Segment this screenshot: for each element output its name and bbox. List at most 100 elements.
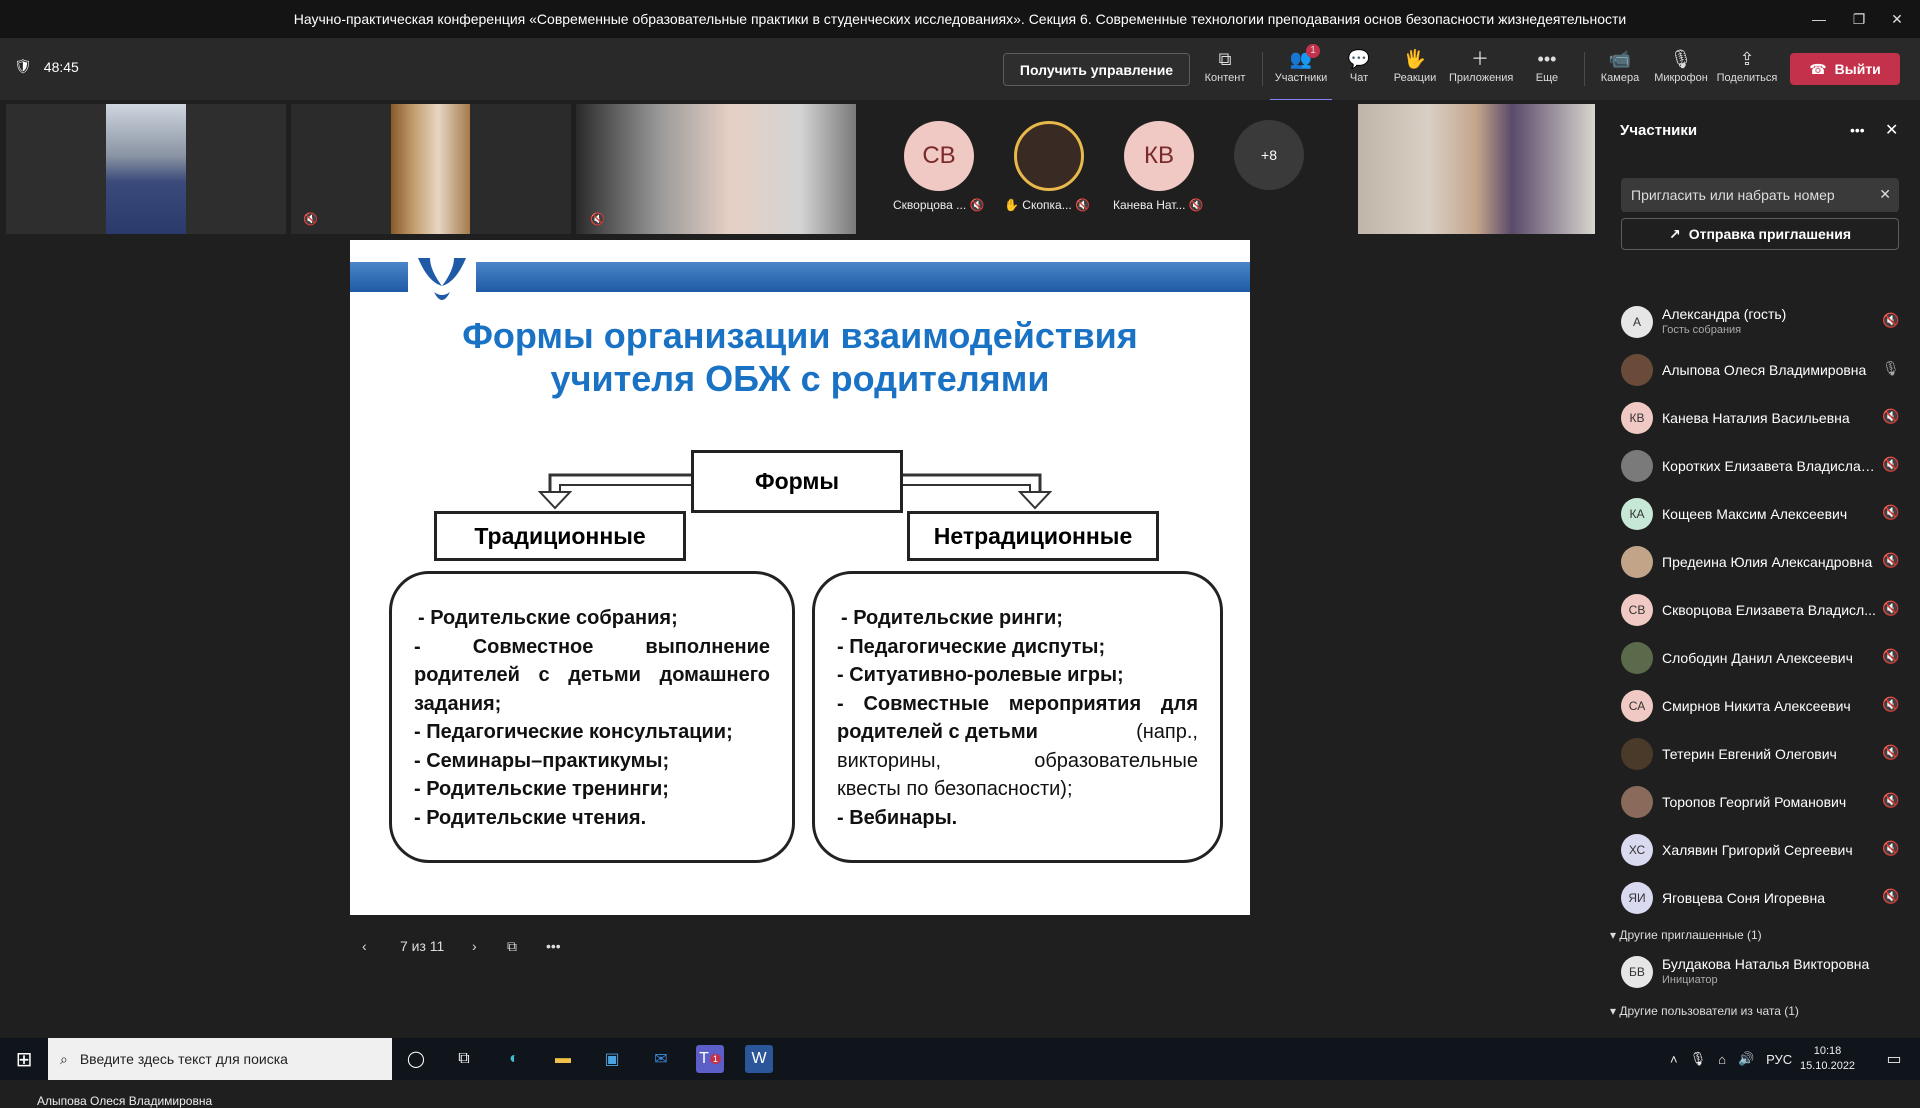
close-window-button[interactable]: ✕ [1874,0,1920,38]
slide-more-button[interactable]: ••• [546,938,561,954]
list-item: - Совместные мероприятия для [837,692,1198,715]
slide-sync-button[interactable]: ⧉ [507,938,517,955]
list-item[interactable]: КА Кощеев Максим Алексеевич 🔇 [1600,490,1920,538]
list-item[interactable]: Торопов Георгий Романович 🔇 [1600,778,1920,826]
send-invite-button[interactable]: ↗ Отправка приглашения [1621,218,1899,250]
list-item: - Родительские чтения. [414,806,647,829]
microphone-icon[interactable]: 🎙 [1690,1051,1707,1067]
toolbar-divider [1262,52,1263,86]
section-chat-users[interactable]: ▾ Другие пользователи из чата (1) [1610,1004,1799,1018]
more-label: Еще [1535,72,1559,84]
close-panel-icon[interactable]: ✕ [1885,120,1898,140]
mail-icon[interactable]: ✉ [647,1045,675,1073]
avatar [1621,738,1653,770]
traditional-header-box: Традиционные [434,511,686,561]
list-item[interactable]: СА Смирнов Никита Алексеевич 🔇 [1600,682,1920,730]
reactions-button[interactable]: 🖐 Реакции [1384,46,1446,84]
list-item: - Педагогические диспуты; [837,635,1106,658]
list-item[interactable]: СВ Скворцова Елизавета Владисл... 🔇 [1600,586,1920,634]
list-item[interactable]: Тетерин Евгений Олегович 🔇 [1600,730,1920,778]
volume-icon[interactable]: 🔊 [1738,1051,1754,1067]
participant-name: Канева Наталия Васильевна [1662,410,1850,426]
chevron-down-icon: ▾ [1610,928,1617,942]
language-indicator[interactable]: РУС [1766,1052,1792,1067]
chat-button[interactable]: 💬 Чат [1328,46,1390,84]
list-item[interactable]: Коротких Елизавета Владислав... 🔇 [1600,442,1920,490]
participant-name: Кощеев Максим Алексеевич [1662,506,1848,522]
participant-role: Инициатор [1662,974,1718,986]
people-icon: 👥 1 [1270,44,1332,72]
windows-start-icon[interactable]: ⊞ [10,1045,38,1073]
participant-name: Алыпова Олеся Владимировна [1662,362,1867,378]
presenter-video-tile[interactable] [1358,104,1595,234]
taskbar-search[interactable]: ⌕ Введите здесь текст для поиска [48,1038,392,1080]
list-item: - Семинары–практикумы; [414,749,670,772]
share-button[interactable]: ⇪ Поделиться [1716,46,1778,84]
panel-more-icon[interactable]: ••• [1850,122,1865,138]
list-item[interactable]: А Александра (гость) Гость собрания 🔇 [1600,298,1920,346]
list-item[interactable]: ЯИ Яговцева Соня Игоревна 🔇 [1600,874,1920,922]
overflow-participants[interactable]: +8 [1234,120,1304,190]
participant-avatar[interactable]: СВ [904,121,974,191]
apps-button[interactable]: ＋ Приложения [1449,46,1513,84]
prev-slide-button[interactable]: ‹ [362,938,367,954]
mic-off-icon: 🔇 [303,212,318,226]
list-item: задания; [414,692,502,715]
participant-avatar[interactable] [1014,121,1084,191]
list-item: - Родительские тренинги; [414,778,669,800]
participant-name: Торопов Георгий Романович [1662,794,1847,810]
task-view-icon[interactable]: ⧉ [450,1045,478,1073]
camera-button[interactable]: 📹 Камера [1589,46,1651,84]
content-label: Контент [1204,72,1246,84]
list-item: - Родительские собрания; [418,607,678,629]
participant-avatar[interactable]: КВ [1124,121,1194,191]
share-arrow-icon: ↗ [1668,225,1681,242]
leave-button[interactable]: ☎ Выйти [1790,53,1900,85]
word-icon[interactable]: W [745,1045,773,1073]
chevron-up-icon[interactable]: ˄ [1670,1052,1678,1067]
request-control-button[interactable]: Получить управление [1003,53,1190,86]
participants-button[interactable]: 👥 1 Участники [1270,44,1332,102]
more-dots-icon: ••• [546,938,561,954]
participant-video [106,104,186,234]
clear-icon[interactable]: ✕ [1879,186,1891,203]
invite-input[interactable]: Пригласить или набрать номер ✕ [1621,178,1899,212]
list-item: родителей с детьми домашнего [414,664,770,686]
mic-off-icon: 🔇 [1882,504,1900,520]
video-tile[interactable]: 🔇 [291,104,571,234]
avatar: А [1621,306,1653,338]
participant-name: Яговцева Соня Игоревна [1662,890,1826,906]
list-item[interactable]: ХС Халявин Григорий Сергеевич 🔇 [1600,826,1920,874]
section-other-invited[interactable]: ▾ Другие приглашенные (1) [1610,928,1762,942]
video-tile[interactable]: 🔇 [576,104,856,234]
content-button[interactable]: ⧉ Контент [1194,46,1256,84]
leave-label: Выйти [1834,61,1881,77]
clock[interactable]: 10:18 15.10.2022 [1800,1038,1855,1080]
system-tray: ˄ 🎙 ⌂ 🔊 РУС [1670,1038,1792,1080]
list-item: - Родительские ринги; [841,607,1063,629]
list-item[interactable]: КВ Канева Наталия Васильевна 🔇 [1600,394,1920,442]
cortana-icon[interactable]: ◯ [402,1045,430,1073]
list-item[interactable]: Предеина Юлия Александровна 🔇 [1600,538,1920,586]
mic-off-icon: 🔇 [1882,456,1900,472]
next-slide-button[interactable]: › [472,938,477,954]
notifications-icon[interactable]: ▭ [1880,1045,1908,1073]
file-explorer-icon[interactable]: ▬ [549,1045,577,1073]
mic-off-icon: 🔇 [1882,696,1900,712]
mic-off-icon: 🔇 [1075,198,1091,212]
share-label: Поделиться [1716,72,1778,84]
microphone-button[interactable]: 🎙 Микрофон [1650,46,1712,84]
network-icon[interactable]: ⌂ [1718,1052,1726,1067]
teams-icon[interactable]: T1 [696,1045,724,1073]
store-icon[interactable]: ▣ [598,1045,626,1073]
video-tile[interactable] [6,104,286,234]
more-button[interactable]: ••• Еще [1516,46,1578,84]
microphone-icon: 🎙 [1669,49,1693,69]
list-item[interactable]: БВ Булдакова Наталья Викторовна Инициато… [1600,948,1920,996]
list-item[interactable]: Алыпова Олеся Владимировна 🎙 [1600,346,1920,394]
list-item[interactable]: Слободин Данил Алексеевич 🔇 [1600,634,1920,682]
edge-icon[interactable]: ◐ [500,1045,528,1073]
windows-taskbar: ⊞ ⌕ Введите здесь текст для поиска ◯ ⧉ ◐… [0,1038,1920,1080]
toolbar-divider [1584,52,1585,86]
mic-off-icon: 🔇 [1188,198,1204,212]
